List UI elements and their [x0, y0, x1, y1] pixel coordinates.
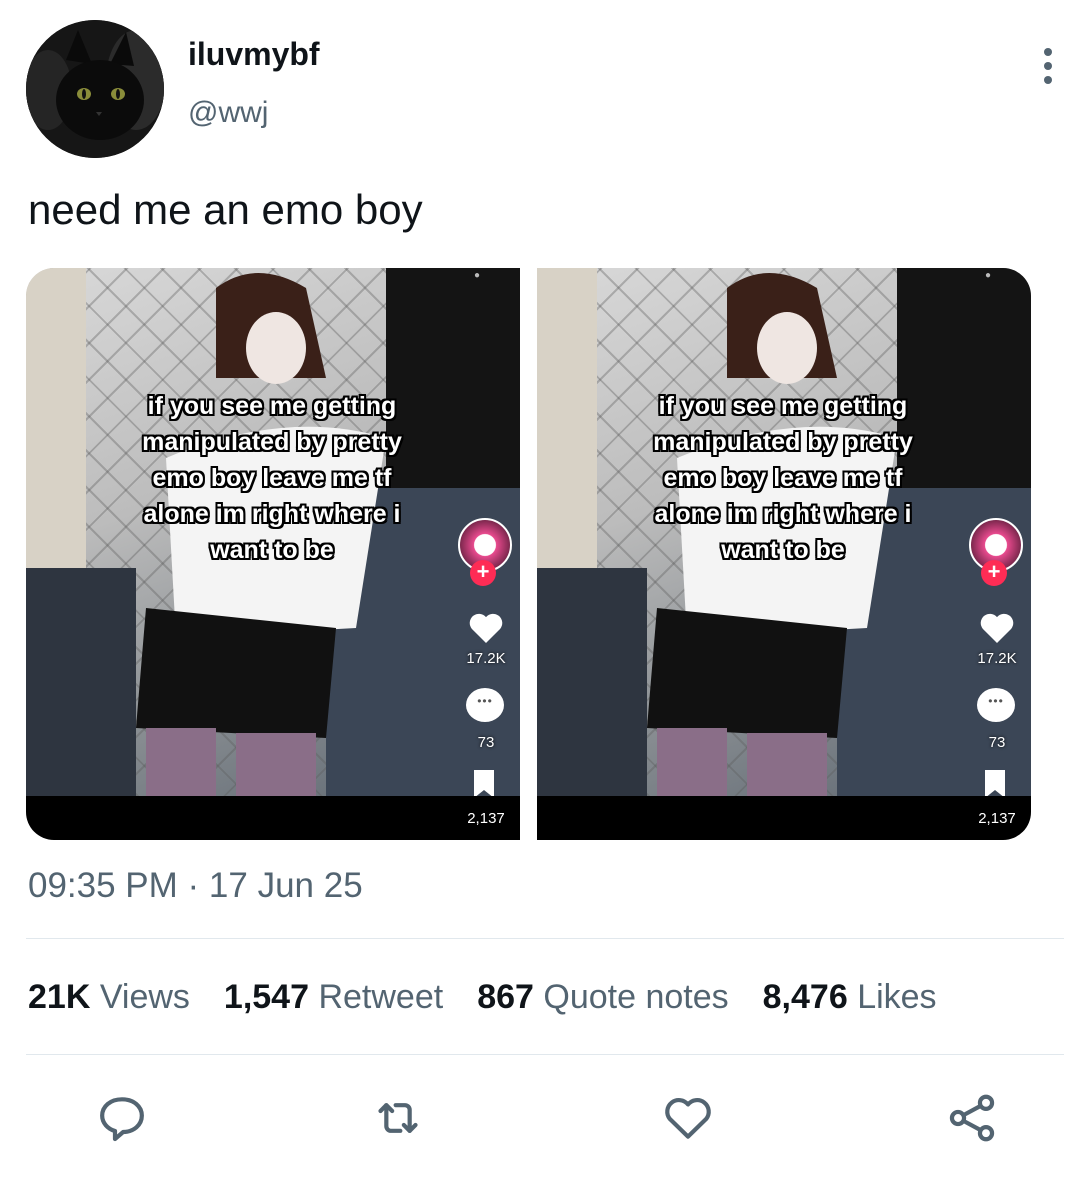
display-name[interactable]: iluvmybf	[188, 36, 320, 73]
comment-count: 73	[477, 734, 495, 751]
heart-icon[interactable]	[660, 1090, 720, 1150]
retweet-stat[interactable]: 1,547 Retweet	[224, 978, 443, 1017]
retweet-icon[interactable]	[370, 1090, 430, 1150]
retweet-count: 1,547	[223, 978, 310, 1016]
tweet-header: iluvmybf @wwj	[26, 20, 1066, 160]
heart-icon[interactable]	[977, 608, 1017, 648]
photo: if you see me getting manipulated by pre…	[537, 268, 1031, 796]
comment-icon[interactable]	[466, 688, 504, 722]
more-vertical-icon[interactable]	[1038, 48, 1058, 92]
divider	[26, 938, 1064, 939]
tweet-text: need me an emo boy	[28, 186, 423, 233]
media-image[interactable]: if you see me getting manipulated by pre…	[26, 268, 520, 840]
overlay-caption: if you see me getting manipulated by pre…	[653, 392, 913, 564]
reply-icon[interactable]	[94, 1090, 154, 1150]
black-cat-avatar-image	[26, 20, 164, 158]
divider	[26, 1054, 1064, 1055]
bookmark-icon[interactable]	[472, 770, 496, 796]
engagement-stats: 21K Views 1,547 Retweet 867 Quote notes 8,4…	[28, 978, 971, 1017]
photo: if you see me getting manipulated by pre…	[26, 268, 520, 796]
likes-stat[interactable]: 8,476 Likes	[763, 978, 937, 1017]
views-label: Views	[99, 978, 190, 1016]
tweet-timestamp[interactable]: 09:35 PM · 17 Jun 25	[28, 866, 363, 906]
likes-count: 8,476	[762, 978, 848, 1016]
avatar[interactable]	[26, 20, 164, 158]
views-count: 21K	[28, 978, 91, 1016]
tweet-actions	[0, 1090, 1091, 1150]
like-count: 17.2K	[977, 650, 1017, 667]
media-image[interactable]: if you see me getting manipulated by pre…	[537, 268, 1031, 840]
bookmark-count: 2,137	[467, 810, 505, 827]
share-icon[interactable]	[944, 1090, 1004, 1150]
like-count: 17.2K	[466, 650, 506, 667]
quote-count: 867	[477, 978, 534, 1016]
quote-stat[interactable]: 867 Quote notes	[477, 978, 728, 1017]
likes-label: Likes	[857, 978, 937, 1016]
retweet-label: Retweet	[318, 978, 444, 1016]
follow-plus-icon[interactable]: +	[470, 560, 496, 586]
comment-icon[interactable]	[977, 688, 1015, 722]
comment-count: 73	[988, 734, 1006, 751]
heart-icon[interactable]	[466, 608, 506, 648]
follow-plus-icon[interactable]: +	[981, 560, 1007, 586]
bookmark-count: 2,137	[978, 810, 1016, 827]
overlay-caption: if you see me getting manipulated by pre…	[142, 392, 402, 564]
camera-dot: ●	[985, 270, 992, 281]
views-stat[interactable]: 21K Views	[28, 978, 190, 1017]
camera-dot: ●	[474, 270, 481, 281]
bookmark-icon[interactable]	[983, 770, 1007, 796]
quote-label: Quote notes	[543, 978, 729, 1016]
user-handle[interactable]: @wwj	[188, 96, 268, 130]
